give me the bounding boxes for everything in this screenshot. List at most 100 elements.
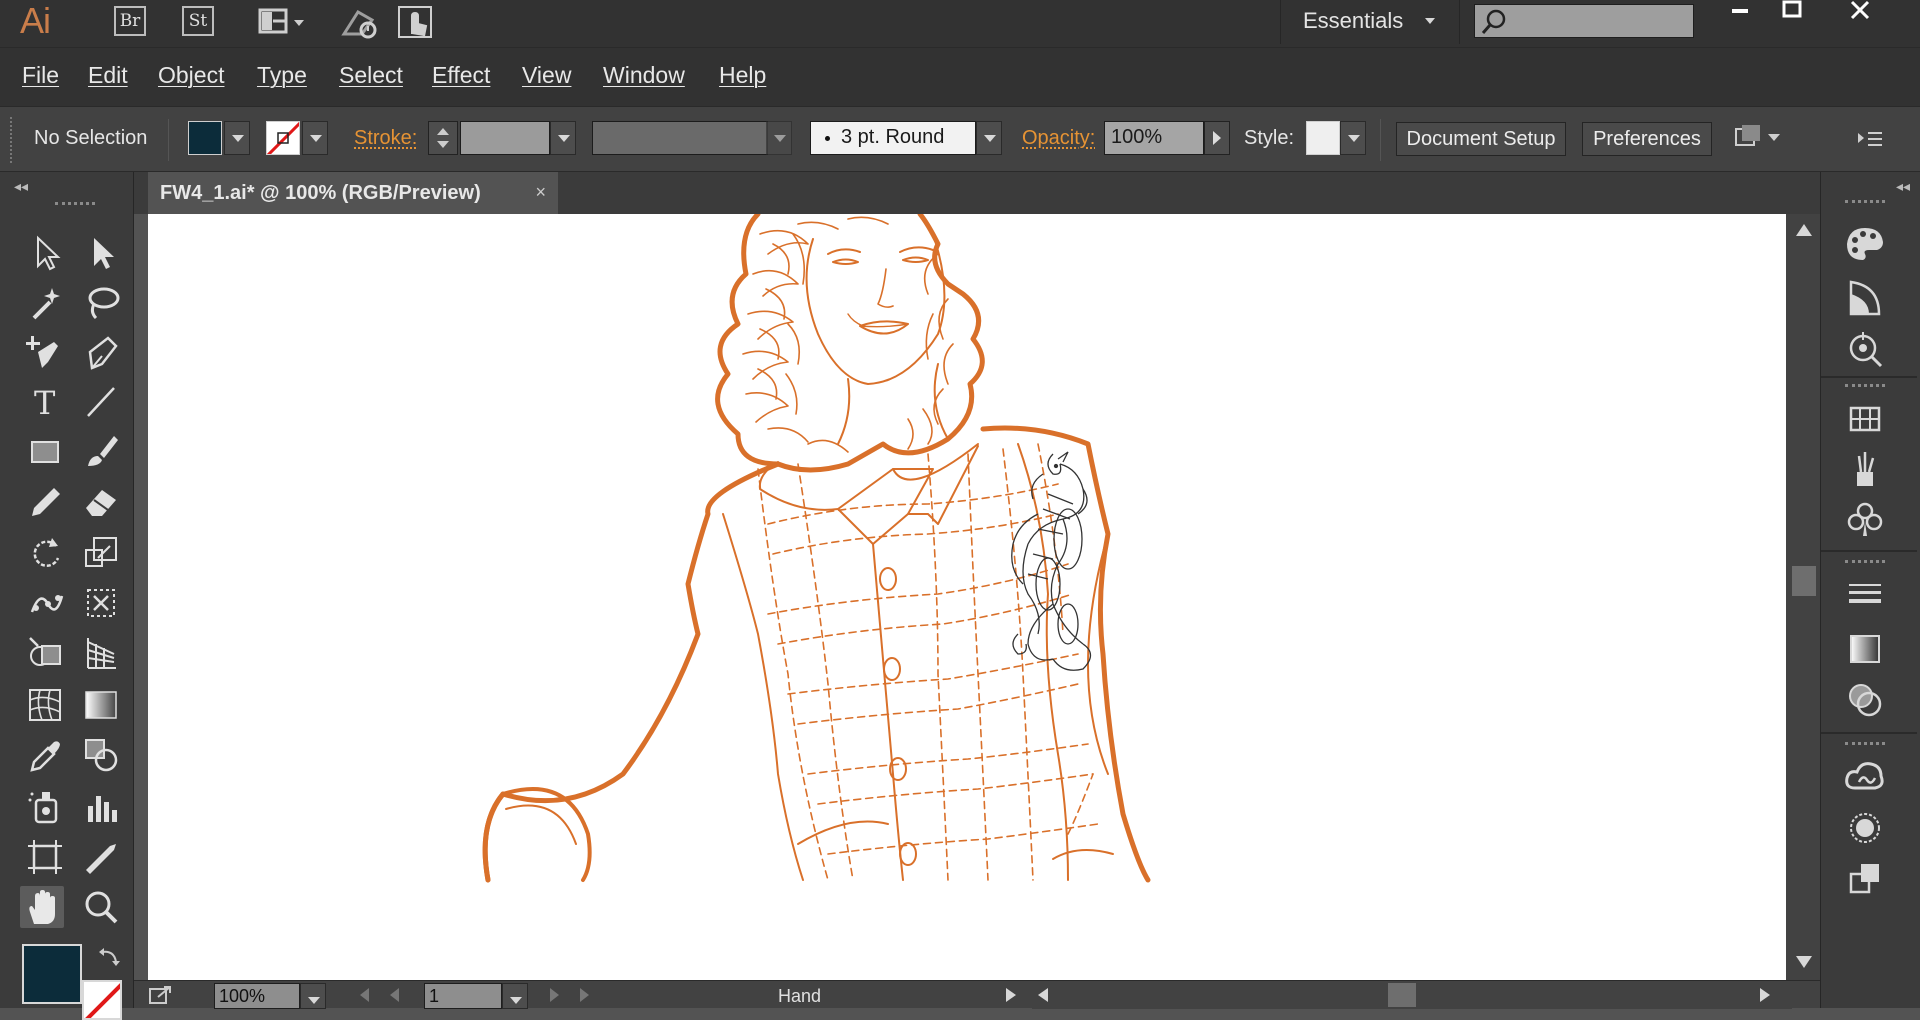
gradient-tool[interactable] (80, 684, 124, 726)
zoom-tool[interactable] (80, 886, 124, 928)
appearance-panel-button[interactable] (1841, 806, 1889, 850)
artboard-tool[interactable] (24, 836, 68, 878)
column-graph-tool[interactable] (80, 786, 124, 828)
line-segment-tool[interactable] (80, 380, 124, 422)
align-options-button[interactable] (1730, 121, 1790, 157)
share-button[interactable] (146, 983, 174, 1007)
stroke-weight-dropdown[interactable] (550, 121, 576, 155)
libraries-panel-button[interactable] (1841, 756, 1889, 800)
menu-window[interactable]: Window (603, 62, 685, 89)
menu-effect[interactable]: Effect (432, 62, 490, 89)
status-menu-icon[interactable] (1006, 988, 1016, 1002)
dock-grip[interactable] (1845, 742, 1885, 746)
last-artboard-icon[interactable] (580, 988, 589, 1002)
stroke-panel-link[interactable]: Stroke: (354, 127, 417, 150)
zoom-dropdown[interactable] (300, 983, 326, 1009)
blend-tool[interactable] (80, 734, 124, 776)
variable-width-profile[interactable] (592, 121, 768, 155)
symbol-sprayer-tool[interactable] (24, 786, 68, 828)
brushes-panel-button[interactable] (1841, 448, 1889, 492)
opacity-slider-button[interactable] (1204, 121, 1230, 155)
workspace-switcher[interactable]: Essentials (1280, 0, 1460, 44)
menu-type[interactable]: Type (257, 62, 307, 89)
menu-select[interactable]: Select (339, 62, 403, 89)
slice-tool[interactable] (80, 836, 124, 878)
horizontal-scrollbar[interactable] (1032, 981, 1792, 1009)
preferences-button[interactable]: Preferences (1582, 122, 1712, 156)
vertical-scroll-thumb[interactable] (1792, 566, 1816, 596)
fill-dropdown[interactable] (224, 121, 250, 155)
hand-tool[interactable] (20, 886, 64, 928)
swap-fill-stroke-button[interactable] (96, 944, 122, 970)
pencil-tool[interactable] (24, 480, 68, 522)
color-guide-panel-button[interactable] (1841, 276, 1889, 320)
scale-tool[interactable] (80, 532, 124, 574)
close-tab-icon[interactable]: × (535, 182, 546, 203)
direct-selection-tool[interactable] (80, 232, 124, 274)
magic-wand-tool[interactable] (24, 282, 68, 324)
scroll-left-icon[interactable] (1038, 988, 1048, 1002)
perspective-grid-tool[interactable] (80, 632, 124, 674)
bridge-button[interactable]: Br (114, 6, 146, 36)
shape-builder-tool[interactable] (24, 632, 68, 674)
scroll-right-icon[interactable] (1760, 988, 1770, 1002)
first-artboard-icon[interactable] (360, 988, 369, 1002)
dock-grip[interactable] (1845, 560, 1885, 564)
control-bar-grip[interactable] (10, 117, 14, 163)
scroll-up-icon[interactable] (1796, 224, 1812, 236)
previous-artboard-icon[interactable] (390, 988, 399, 1002)
gradient-panel-button[interactable] (1841, 628, 1889, 672)
zoom-level-field[interactable]: 100% (214, 983, 300, 1009)
illustration-artwork[interactable] (148, 214, 1788, 980)
puppet-warp-tool[interactable] (24, 582, 68, 624)
color-themes-panel-button[interactable] (1841, 326, 1889, 370)
artboard-number-field[interactable]: 1 (424, 983, 502, 1009)
dock-grip[interactable] (1845, 200, 1885, 204)
eraser-tool[interactable] (80, 480, 124, 522)
fill-color-box[interactable] (22, 944, 82, 1004)
menu-edit[interactable]: Edit (88, 62, 128, 89)
horizontal-scroll-thumb[interactable] (1388, 983, 1416, 1007)
brush-definition-field[interactable]: 3 pt. Round (810, 121, 976, 155)
canvas-area[interactable] (134, 214, 1788, 980)
opacity-field[interactable]: 100% (1104, 121, 1204, 155)
document-tab[interactable]: FW4_1.ai* @ 100% (RGB/Preview) × (148, 172, 558, 214)
color-panel-button[interactable] (1841, 222, 1889, 266)
graphic-styles-panel-button[interactable] (1841, 856, 1889, 900)
expand-panels-icon[interactable]: ◂◂ (1896, 178, 1910, 195)
minimize-button[interactable] (1714, 0, 1764, 22)
vertical-scrollbar[interactable] (1786, 214, 1820, 980)
stroke-weight-field[interactable] (460, 121, 550, 155)
swatches-panel-button[interactable] (1841, 398, 1889, 442)
rectangle-tool[interactable] (24, 430, 68, 472)
stroke-swatch[interactable] (266, 121, 300, 155)
touch-workspace-button[interactable] (396, 4, 438, 40)
tools-panel-grip[interactable] (55, 202, 95, 206)
search-input[interactable] (1474, 4, 1694, 38)
menu-view[interactable]: View (522, 62, 571, 89)
stroke-dropdown[interactable] (302, 121, 328, 155)
transparency-panel-button[interactable] (1841, 678, 1889, 722)
pen-tool[interactable] (80, 332, 124, 374)
mesh-tool[interactable] (24, 684, 68, 726)
symbols-panel-button[interactable] (1841, 498, 1889, 542)
arrange-documents-button[interactable] (256, 4, 312, 40)
menu-object[interactable]: Object (158, 62, 224, 89)
variable-width-dropdown[interactable] (766, 121, 792, 155)
rotate-tool[interactable] (24, 532, 68, 574)
stroke-weight-stepper[interactable] (428, 121, 458, 155)
paintbrush-tool[interactable] (80, 430, 124, 472)
document-setup-button[interactable]: Document Setup (1396, 122, 1566, 156)
menu-help[interactable]: Help (719, 62, 766, 89)
brush-dropdown[interactable] (976, 121, 1002, 155)
free-transform-tool[interactable] (80, 582, 124, 624)
stroke-panel-button[interactable] (1841, 574, 1889, 618)
close-window-button[interactable] (1836, 0, 1886, 22)
next-artboard-icon[interactable] (550, 988, 559, 1002)
lasso-tool[interactable] (80, 282, 124, 324)
stock-button[interactable]: St (182, 6, 214, 36)
eyedropper-tool[interactable] (24, 734, 68, 776)
fill-swatch[interactable] (188, 121, 222, 155)
gpu-performance-button[interactable] (338, 4, 380, 40)
opacity-panel-link[interactable]: Opacity: (1022, 127, 1095, 150)
